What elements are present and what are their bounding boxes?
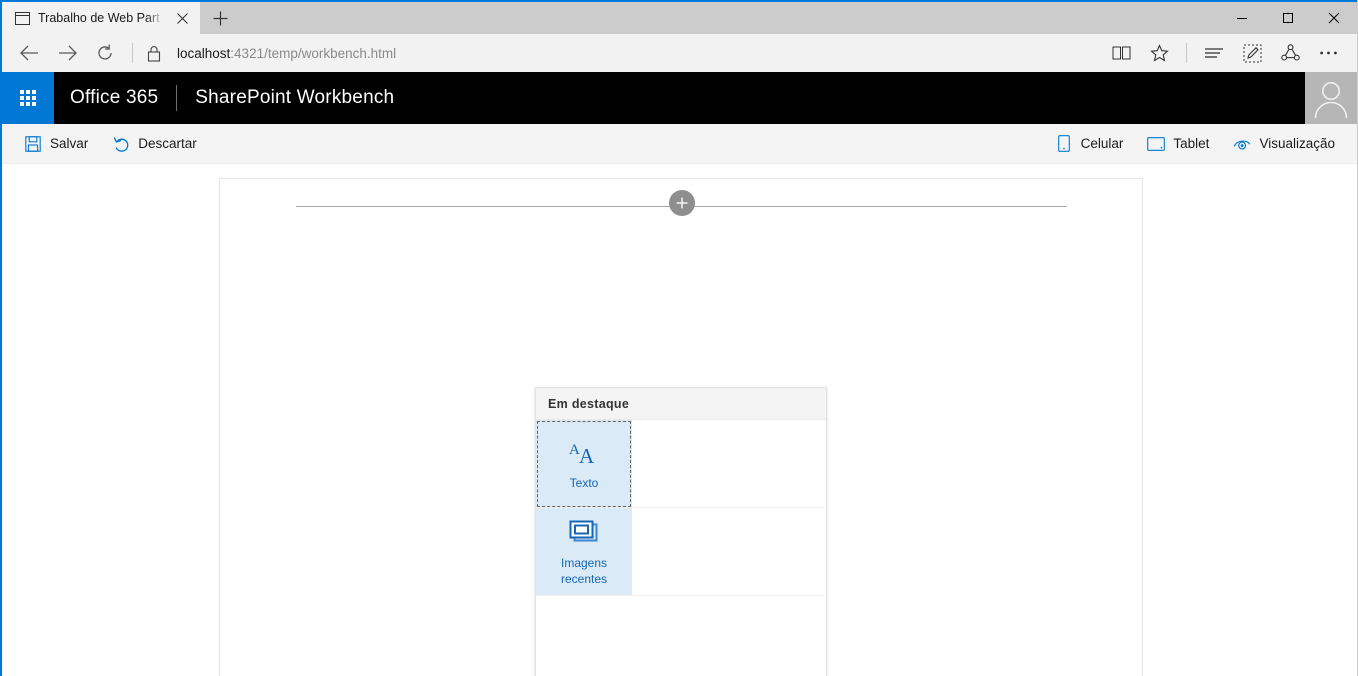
office365-brand[interactable]: Office 365 <box>54 87 176 109</box>
maximize-button[interactable] <box>1265 2 1311 34</box>
webpart-tile-empty-4 <box>728 508 824 596</box>
office365-suite-bar: Office 365 SharePoint Workbench <box>2 72 1357 124</box>
new-tab-button[interactable] <box>200 2 240 34</box>
web-note-icon[interactable] <box>1233 36 1271 70</box>
tab-close-icon[interactable] <box>172 8 192 28</box>
save-icon <box>24 135 42 153</box>
browser-titlebar: Trabalho de Web Part d <box>2 0 1357 34</box>
back-button[interactable] <box>10 36 48 70</box>
mobile-preview-button[interactable]: Celular <box>1043 124 1136 164</box>
window-controls <box>1219 2 1357 34</box>
url-path: :4321/temp/workbench.html <box>230 45 397 61</box>
webpart-tile-imagens-recentes[interactable]: Imagens recentes <box>536 508 632 596</box>
webpart-tile-empty-1 <box>632 420 728 508</box>
close-icon <box>1328 12 1340 24</box>
command-bar-right: Celular Tablet Visualização <box>1043 124 1347 164</box>
toolbar-divider <box>1186 43 1187 63</box>
webpart-tile-texto[interactable]: A A Texto <box>536 420 632 508</box>
save-button[interactable]: Salvar <box>12 124 100 164</box>
svg-text:A: A <box>579 444 595 467</box>
navbar-divider <box>132 43 133 63</box>
preview-label: Visualização <box>1259 136 1335 151</box>
browser-toolbar <box>1102 36 1347 70</box>
preview-button[interactable]: Visualização <box>1221 124 1347 164</box>
webpart-picker-header: Em destaque <box>536 388 826 420</box>
tablet-preview-label: Tablet <box>1173 136 1210 151</box>
maximize-icon <box>1283 13 1293 23</box>
add-webpart-zone <box>296 190 1067 224</box>
browser-tab-title: Trabalho de Web Part d <box>38 11 164 25</box>
webpart-tile-imagens-label: Imagens recentes <box>560 555 608 586</box>
url-host: localhost <box>177 45 231 61</box>
webpart-picker-panel: Em destaque A A Texto Imagens recentes <box>535 387 827 676</box>
command-bar: Salvar Descartar Celular Tablet Visualiz… <box>2 124 1357 164</box>
app-title: SharePoint Workbench <box>195 87 395 108</box>
reading-view-icon[interactable] <box>1102 36 1140 70</box>
webpart-picker-empty-area <box>536 596 826 676</box>
mobile-preview-label: Celular <box>1080 136 1124 151</box>
undo-icon <box>112 135 130 153</box>
app-launcher-icon[interactable] <box>2 72 54 124</box>
minimize-button[interactable] <box>1219 2 1265 34</box>
hub-icon[interactable] <box>1195 36 1233 70</box>
phone-icon <box>1055 135 1073 153</box>
workbench-canvas-area: Em destaque A A Texto Imagens recentes <box>2 164 1357 676</box>
address-bar-input[interactable]: localhost:4321/temp/workbench.html <box>167 36 1102 70</box>
recent-images-icon <box>567 517 601 549</box>
plus-icon <box>213 11 227 25</box>
forward-button[interactable] <box>48 36 86 70</box>
browser-navbar: localhost:4321/temp/workbench.html <box>2 34 1357 72</box>
plus-circle-icon <box>676 197 687 209</box>
close-button[interactable] <box>1311 2 1357 34</box>
share-icon[interactable] <box>1271 36 1309 70</box>
webpart-tile-grid: A A Texto Imagens recentes <box>536 420 826 596</box>
settings-more-icon[interactable] <box>1309 36 1347 70</box>
discard-button[interactable]: Descartar <box>100 124 209 164</box>
preview-eye-icon <box>1233 135 1251 153</box>
arrow-left-icon <box>19 45 38 61</box>
webpart-tile-texto-label: Texto <box>569 475 599 490</box>
lock-icon <box>141 36 167 70</box>
browser-window: Trabalho de Web Part d localhost:4321/t… <box>0 0 1358 676</box>
refresh-icon <box>98 44 112 60</box>
discard-label: Descartar <box>138 136 197 151</box>
browser-tab[interactable]: Trabalho de Web Part d <box>2 2 200 34</box>
favorites-star-icon[interactable] <box>1140 36 1178 70</box>
save-label: Salvar <box>50 136 89 151</box>
suite-bar-right <box>1305 72 1357 124</box>
add-webpart-button[interactable] <box>668 190 695 216</box>
webpart-tile-empty-3 <box>632 508 728 596</box>
arrow-right-icon <box>58 45 77 61</box>
webpart-tile-empty-2 <box>728 420 824 508</box>
tablet-icon <box>1147 135 1166 153</box>
user-avatar-icon[interactable] <box>1305 72 1357 124</box>
minimize-icon <box>1237 18 1247 19</box>
tablet-preview-button[interactable]: Tablet <box>1135 124 1221 164</box>
refresh-button[interactable] <box>86 36 124 70</box>
text-aa-icon: A A <box>567 437 601 469</box>
window-icon <box>14 10 30 26</box>
